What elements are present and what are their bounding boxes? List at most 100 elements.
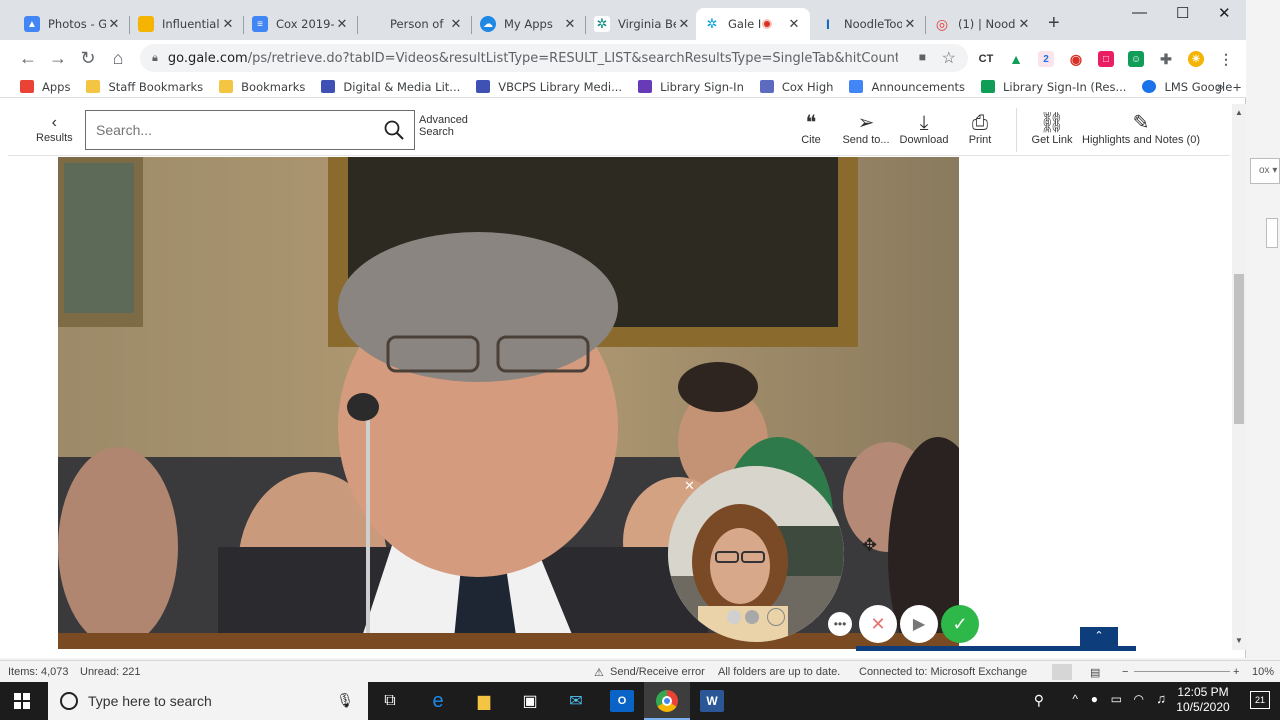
tab-person[interactable]: Person of ✕: [358, 8, 472, 40]
profile-avatar[interactable]: ☀: [1188, 51, 1204, 67]
tab-my-apps[interactable]: ☁ My Apps ✕: [472, 8, 586, 40]
chevron-up-icon[interactable]: ⌃: [1080, 627, 1118, 647]
results-button[interactable]: ‹ Results: [36, 114, 73, 144]
zoom-level: 10%: [1252, 666, 1275, 678]
battery-icon[interactable]: ▭: [1111, 692, 1122, 706]
normal-view-icon[interactable]: [1052, 664, 1072, 680]
bookmark-library-signin[interactable]: Library Sign-In: [638, 80, 744, 94]
microphone-icon[interactable]: 🎙︎: [336, 692, 354, 709]
close-icon[interactable]: ✕: [562, 16, 578, 32]
bookmark-library-signin-res[interactable]: Library Sign-In (Res...: [981, 80, 1126, 94]
cancel-recording-button[interactable]: ✕: [859, 605, 897, 643]
chevron-up-icon[interactable]: ^: [1072, 692, 1078, 706]
wifi-icon[interactable]: ◠: [1134, 692, 1144, 706]
close-icon[interactable]: ✕: [786, 16, 802, 32]
minimize-button[interactable]: —: [1132, 4, 1147, 21]
tab-noodletools[interactable]: I NoodleToo ✕: [812, 8, 926, 40]
reload-button[interactable]: ↻: [78, 48, 98, 69]
send-to-button[interactable]: ➢ Send to...: [841, 112, 891, 146]
clock[interactable]: 12:05 PM 10/5/2020: [1174, 685, 1232, 715]
get-link-button[interactable]: ⛓ Get Link: [1030, 112, 1074, 146]
close-icon[interactable]: ✕: [902, 16, 918, 32]
notifications-icon[interactable]: 21: [1250, 691, 1270, 709]
microphone-tray-icon[interactable]: ●: [1091, 692, 1098, 706]
forward-button[interactable]: →: [48, 48, 68, 69]
puzzle-icon[interactable]: ✚: [1158, 51, 1174, 67]
tab-photos[interactable]: ▲ Photos - G ✕: [16, 8, 130, 40]
address-bar[interactable]: 🔒︎ go.gale.com/ps/retrieve.do?tabID=Vide…: [140, 44, 968, 72]
finish-recording-button[interactable]: ✓: [941, 605, 979, 643]
mail-icon[interactable]: ✉: [564, 690, 588, 712]
bookmark-staff[interactable]: Staff Bookmarks: [86, 80, 203, 94]
close-webcam-icon[interactable]: ✕: [684, 478, 695, 494]
zoom-slider[interactable]: [1134, 671, 1230, 672]
outlook-dropdown[interactable]: ox ▾: [1250, 158, 1280, 184]
scrollbar-thumb[interactable]: [1234, 274, 1244, 424]
search-box[interactable]: [85, 110, 415, 150]
download-icon: ⤓: [919, 112, 929, 134]
store-icon[interactable]: ▣: [518, 690, 542, 712]
page-scrollbar[interactable]: ▲ ▼: [1232, 104, 1246, 650]
close-icon[interactable]: ✕: [448, 16, 464, 32]
menu-kebab-icon[interactable]: ⋮: [1218, 51, 1234, 67]
back-button[interactable]: ←: [18, 48, 38, 69]
new-tab-button[interactable]: +: [1048, 12, 1060, 35]
pause-recording-button[interactable]: ▶: [900, 605, 938, 643]
bookmark-announcements[interactable]: Announcements: [849, 80, 965, 94]
volume-icon[interactable]: ♫: [1156, 691, 1166, 706]
extension-square-icon[interactable]: □: [1098, 51, 1114, 67]
tab-cox[interactable]: ≡ Cox 2019- ✕: [244, 8, 358, 40]
tab-influential[interactable]: Influential ✕: [130, 8, 244, 40]
reading-view-icon[interactable]: ▤: [1090, 666, 1100, 679]
task-view-icon[interactable]: ⧉: [378, 690, 402, 712]
edge-icon[interactable]: e: [426, 690, 450, 712]
close-icon[interactable]: ✕: [1016, 16, 1032, 32]
close-icon[interactable]: ✕: [220, 16, 236, 32]
advanced-search-link[interactable]: Advanced Search: [419, 114, 468, 138]
windows-taskbar: Type here to search 🎙︎ ⧉ e ▆ ▣ ✉ O W ⚲ ^…: [0, 682, 1280, 720]
download-button[interactable]: ⤓ Download: [899, 112, 949, 146]
more-options-icon[interactable]: •••: [828, 612, 852, 636]
close-window-button[interactable]: ✕: [1218, 4, 1231, 22]
cite-button[interactable]: ❝ Cite: [796, 112, 826, 146]
drive-extension-icon[interactable]: ▲: [1008, 51, 1024, 67]
print-button[interactable]: ⎙ Print: [965, 112, 995, 146]
bookmark-apps[interactable]: Apps: [20, 80, 70, 94]
close-icon[interactable]: ✕: [334, 16, 350, 32]
maximize-button[interactable]: ☐: [1176, 4, 1189, 22]
tab-noodl[interactable]: ◎ (1) | Noodl ✕: [926, 8, 1040, 40]
taskbar-search[interactable]: Type here to search 🎙︎: [48, 682, 368, 720]
close-icon[interactable]: ✕: [106, 16, 122, 32]
tab-virginia[interactable]: ✲ Virginia Be ✕: [586, 8, 700, 40]
outlook-icon[interactable]: O: [610, 690, 634, 712]
outlook-scrollbar[interactable]: [1266, 218, 1278, 248]
highlights-notes-button[interactable]: ✎ Highlights and Notes (0): [1082, 112, 1200, 146]
scroll-up-icon[interactable]: ▲: [1235, 108, 1243, 117]
camera-icon[interactable]: ■: [919, 50, 926, 64]
site-icon: [321, 80, 336, 93]
chevron-right-icon[interactable]: »: [1216, 78, 1224, 94]
extension-badge-icon[interactable]: 2: [1038, 51, 1054, 67]
file-explorer-icon[interactable]: ▆: [472, 690, 496, 712]
star-icon[interactable]: ☆: [942, 48, 956, 68]
search-icon[interactable]: [384, 120, 404, 140]
bookmark-bookmarks[interactable]: Bookmarks: [219, 80, 305, 94]
people-icon[interactable]: ⚲: [1034, 692, 1044, 709]
zoom-in-icon[interactable]: +: [1233, 666, 1239, 678]
extension-record-icon[interactable]: ◉: [1068, 51, 1084, 67]
windows-start-icon[interactable]: [14, 693, 30, 712]
search-input[interactable]: [96, 122, 376, 138]
bookmark-digital-media[interactable]: Digital & Media Lit...: [321, 80, 460, 94]
zoom-out-icon[interactable]: −: [1122, 666, 1128, 678]
close-icon[interactable]: ✕: [676, 16, 692, 32]
chrome-taskbar-active[interactable]: [644, 682, 690, 720]
tab-gale-active[interactable]: ✲Gale In✕: [696, 8, 810, 40]
extension-classroom-icon[interactable]: ☺: [1128, 51, 1144, 67]
bookmark-cox-high[interactable]: Cox High: [759, 80, 833, 94]
scroll-down-icon[interactable]: ▼: [1235, 636, 1243, 645]
bookmark-vbcps[interactable]: VBCPS Library Medi...: [476, 80, 622, 94]
home-button[interactable]: ⌂: [108, 48, 128, 69]
send-receive-status[interactable]: Send/Receive error: [610, 666, 705, 678]
word-icon[interactable]: W: [700, 690, 724, 712]
extension-ct-icon[interactable]: CT: [978, 51, 994, 67]
